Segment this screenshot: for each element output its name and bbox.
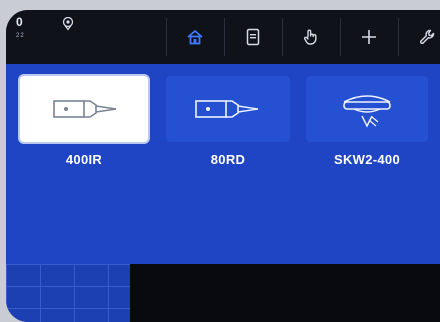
device-tile-400ir[interactable] xyxy=(20,76,148,142)
device-frame: 0 22 400IR 80RD SKW2-400 xyxy=(0,0,440,322)
nav-settings[interactable] xyxy=(398,10,440,64)
device-label-80rd: 80RD xyxy=(210,152,246,167)
hand-pointer-icon xyxy=(304,29,317,45)
nav-add[interactable] xyxy=(340,10,398,64)
laser-sensor-icon xyxy=(53,100,117,118)
device-tile-skw2-400[interactable] xyxy=(306,76,428,142)
nav-documents[interactable] xyxy=(224,10,282,64)
hanging-radar-icon xyxy=(343,95,391,128)
nav-separator xyxy=(398,18,399,56)
nav-touch[interactable] xyxy=(282,10,340,64)
device-label-400ir: 400IR xyxy=(65,152,103,167)
radar-sensor-icon xyxy=(195,100,259,118)
home-icon xyxy=(187,29,203,45)
screen: 0 22 400IR 80RD SKW2-400 xyxy=(6,10,440,322)
status-area: 0 22 xyxy=(16,15,24,39)
dark-panel xyxy=(130,264,440,322)
wrench-icon xyxy=(419,29,435,45)
plus-icon xyxy=(362,30,376,44)
nav-separator xyxy=(224,18,225,56)
status-subtext: 22 xyxy=(16,33,25,39)
device-label-skw2-400: SKW2-400 xyxy=(334,152,400,167)
location-pin-icon xyxy=(62,17,74,31)
top-bar: 0 22 xyxy=(6,10,440,71)
status-time: 0 xyxy=(16,15,23,29)
grid-panel xyxy=(6,264,130,322)
document-icon xyxy=(246,28,260,46)
nav-separator xyxy=(166,18,167,56)
nav-separator xyxy=(282,18,283,56)
device-tile-80rd[interactable] xyxy=(166,76,290,142)
nav-separator xyxy=(340,18,341,56)
nav-home[interactable] xyxy=(166,10,224,71)
